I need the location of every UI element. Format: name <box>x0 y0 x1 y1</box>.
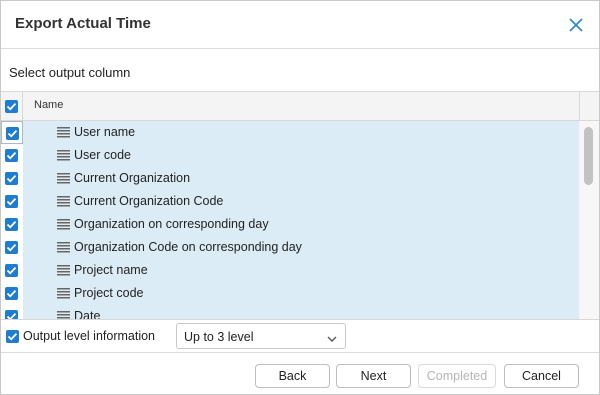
table-row[interactable]: Organization on corresponding day <box>1 213 579 236</box>
back-button[interactable]: Back <box>255 364 330 388</box>
row-checkbox[interactable] <box>5 218 18 231</box>
level-select-value: Up to 3 level <box>184 330 254 344</box>
drag-handle-icon[interactable] <box>57 287 70 300</box>
checkbox-checked-icon <box>6 220 17 229</box>
row-checkbox[interactable] <box>5 287 18 300</box>
cancel-button[interactable]: Cancel <box>504 364 579 388</box>
header-check-cell <box>1 92 23 121</box>
row-checkbox[interactable] <box>5 195 18 208</box>
drag-handle-icon[interactable] <box>57 172 70 185</box>
output-level-label: Output level information <box>23 329 156 343</box>
row-checkbox[interactable] <box>5 149 18 162</box>
row-check-cell <box>1 190 23 213</box>
drag-handle-icon[interactable] <box>57 241 70 254</box>
table-row[interactable]: User name <box>1 121 579 144</box>
row-label: Organization Code on corresponding day <box>74 240 302 254</box>
grid-header: Name <box>1 92 599 121</box>
row-check-cell <box>1 305 23 319</box>
table-row[interactable]: Organization Code on corresponding day <box>1 236 579 259</box>
row-check-cell <box>1 121 23 144</box>
row-check-cell <box>1 282 23 305</box>
dialog-titlebar: Export Actual Time <box>1 1 599 49</box>
row-label: Current Organization <box>74 171 191 185</box>
checkbox-checked-icon <box>6 266 17 275</box>
row-label: Project name <box>74 263 148 277</box>
row-check-cell <box>1 259 23 282</box>
drag-handle-icon[interactable] <box>57 218 70 231</box>
select-all-checkbox[interactable] <box>5 100 18 113</box>
row-check-cell <box>1 236 23 259</box>
level-row: Output level information Up to 3 level <box>1 321 599 351</box>
row-body: Date <box>23 305 579 320</box>
scrollbar-thumb[interactable] <box>584 127 593 185</box>
row-check-cell <box>1 144 23 167</box>
row-body: User name <box>23 121 579 144</box>
footer-separator <box>1 352 599 353</box>
row-checkbox[interactable] <box>5 241 18 254</box>
row-body: Organization Code on corresponding day <box>23 236 579 259</box>
row-body: Organization on corresponding day <box>23 213 579 236</box>
row-body: Current Organization Code <box>23 190 579 213</box>
table-row[interactable]: Current Organization <box>1 167 579 190</box>
checkbox-checked-icon <box>6 312 17 319</box>
checkbox-checked-icon <box>6 289 17 298</box>
row-checkbox[interactable] <box>6 127 19 140</box>
grid-rows: User name User code Current Organization Cu… <box>1 121 579 320</box>
row-body: Project code <box>23 282 579 305</box>
chevron-down-icon <box>327 332 337 342</box>
table-row[interactable]: Current Organization Code <box>1 190 579 213</box>
row-checkbox[interactable] <box>5 264 18 277</box>
export-dialog: Export Actual Time Select output column … <box>0 0 600 395</box>
checkbox-checked-icon <box>6 243 17 252</box>
checkbox-checked-icon <box>6 174 17 183</box>
row-checkbox[interactable] <box>5 172 18 185</box>
drag-handle-icon[interactable] <box>57 264 70 277</box>
checkbox-checked-icon <box>6 102 17 111</box>
next-button[interactable]: Next <box>336 364 411 388</box>
vertical-scrollbar[interactable] <box>579 121 599 319</box>
completed-button[interactable]: Completed <box>418 364 496 388</box>
drag-handle-icon[interactable] <box>57 149 70 162</box>
row-check-cell <box>1 167 23 190</box>
row-label: Project code <box>74 286 144 300</box>
checkbox-checked-icon <box>7 129 18 138</box>
header-scroll-gap <box>579 92 599 121</box>
row-label: Organization on corresponding day <box>74 217 269 231</box>
table-row[interactable]: Project code <box>1 282 579 305</box>
row-body: Project name <box>23 259 579 282</box>
table-row[interactable]: Date <box>1 305 579 320</box>
table-row[interactable]: Project name <box>1 259 579 282</box>
row-body: User code <box>23 144 579 167</box>
checkbox-checked-icon <box>6 151 17 160</box>
table-row[interactable]: User code <box>1 144 579 167</box>
row-label: User code <box>74 148 131 162</box>
select-output-column-label: Select output column <box>9 65 131 80</box>
output-level-checkbox[interactable] <box>6 330 19 343</box>
drag-handle-icon[interactable] <box>57 195 70 208</box>
checkbox-checked-icon <box>6 197 17 206</box>
row-checkbox[interactable] <box>5 310 18 319</box>
row-body: Current Organization <box>23 167 579 190</box>
row-check-cell <box>1 213 23 236</box>
checkbox-checked-icon <box>7 332 18 341</box>
row-label: User name <box>74 125 136 139</box>
column-grid: Name User name User code Current Organizat… <box>1 91 599 320</box>
level-select[interactable]: Up to 3 level <box>176 323 346 349</box>
dialog-title: Export Actual Time <box>15 15 151 32</box>
drag-handle-icon[interactable] <box>57 126 70 139</box>
header-name: Name <box>34 99 64 111</box>
row-label: Date <box>74 309 101 320</box>
close-icon[interactable] <box>567 16 585 34</box>
row-label: Current Organization Code <box>74 194 224 208</box>
drag-handle-icon[interactable] <box>57 310 70 319</box>
